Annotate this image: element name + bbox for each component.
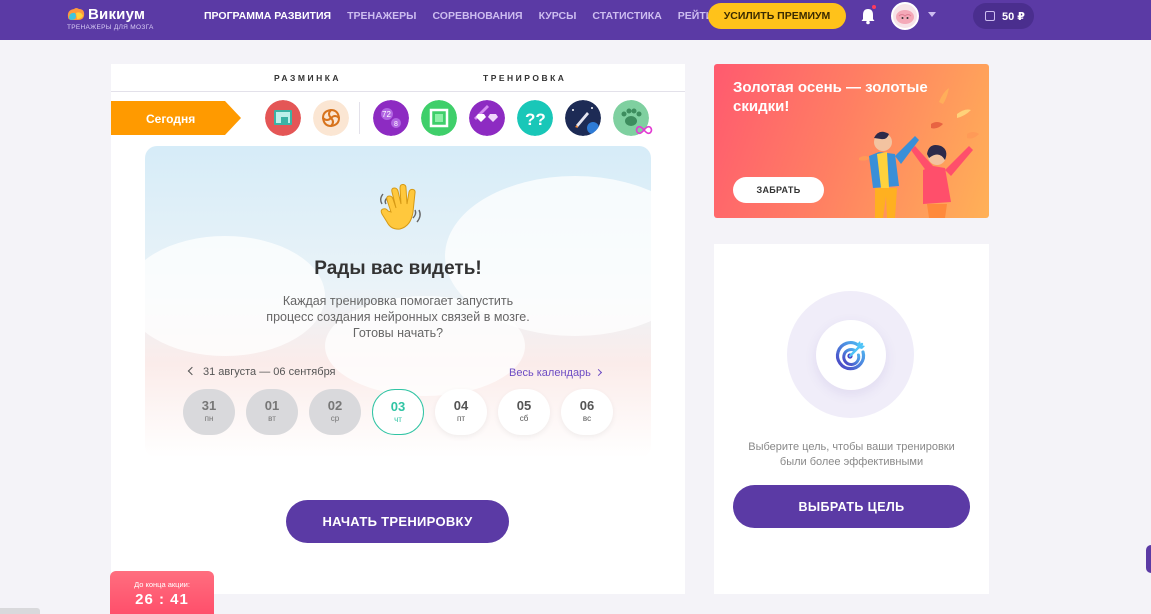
nav-courses[interactable]: КУРСЫ: [539, 10, 577, 24]
date-range-label: 31 августа — 06 сентября: [203, 366, 336, 378]
divider: [111, 91, 685, 92]
spiral-game-icon[interactable]: [313, 100, 349, 136]
support-chat-button[interactable]: [1146, 545, 1151, 573]
waving-hand-icon: [380, 183, 421, 230]
diamonds-game-icon[interactable]: [469, 100, 505, 136]
day-06[interactable]: 06 вс: [561, 389, 613, 435]
svg-text:8: 8: [394, 121, 398, 128]
date-range-selector[interactable]: 31 августа — 06 сентября: [187, 366, 336, 378]
day-03-today[interactable]: 03 чт: [372, 389, 424, 435]
chevron-down-icon[interactable]: [928, 12, 936, 17]
day-number: 31: [201, 398, 217, 413]
brain-logo-icon: [67, 8, 85, 20]
day-number: 02: [327, 398, 343, 413]
chevron-left-icon[interactable]: [187, 366, 197, 376]
bottom-tab: [0, 608, 40, 614]
day-number: 03: [390, 399, 406, 414]
warmup-label: РАЗМИНКА: [274, 73, 342, 83]
day-weekday: пт: [457, 414, 465, 423]
day-01[interactable]: 01 вт: [246, 389, 298, 435]
day-number: 04: [453, 398, 469, 413]
day-weekday: пн: [204, 414, 214, 423]
welcome-text: Каждая тренировка помогает запустить про…: [266, 294, 530, 340]
balance-value: 50 ₽: [1002, 11, 1025, 23]
chevron-right-icon: [594, 368, 602, 377]
rocket-game-icon[interactable]: [565, 100, 601, 136]
notification-dot: [871, 4, 877, 10]
start-training-button[interactable]: НАЧАТЬ ТРЕНИРОВКУ: [286, 500, 509, 543]
day-number: 05: [516, 398, 532, 413]
today-label: Сегодня: [146, 112, 196, 126]
top-bar: Викиум ТРЕНАЖЕРЫ ДЛЯ МОЗГА ПРОГРАММА РАЗ…: [0, 0, 1151, 40]
today-tag: Сегодня: [111, 101, 241, 135]
day-number: 06: [579, 398, 595, 413]
day-31[interactable]: 31 пн: [183, 389, 235, 435]
day-number: 01: [264, 398, 280, 413]
games-separator: [359, 102, 360, 134]
day-04[interactable]: 04 пт: [435, 389, 487, 435]
autumn-sale-banner[interactable]: Золотая осень — золотые скидки! ЗАБРАТЬ: [714, 64, 989, 218]
nav-trainers[interactable]: ТРЕНАЖЕРЫ: [347, 10, 416, 24]
day-weekday: вс: [582, 414, 592, 423]
nav-program[interactable]: ПРОГРАММА РАЗВИТИЯ: [204, 10, 331, 24]
nav-competitions[interactable]: СОРЕВНОВАНИЯ: [432, 10, 522, 24]
welcome-panel: Рады вас видеть! Каждая тренировка помог…: [145, 146, 651, 458]
training-card: РАЗМИНКА ТРЕНИРОВКА Сегодня 72 8 ?? Рады…: [111, 64, 685, 594]
square-frame-game-icon[interactable]: [421, 100, 457, 136]
picture-game-icon[interactable]: [265, 100, 301, 136]
wallet-icon: [985, 11, 995, 21]
day-05[interactable]: 05 сб: [498, 389, 550, 435]
promo-timer-label: До конца акции:: [134, 580, 190, 589]
question-marks-game-icon[interactable]: ??: [517, 100, 553, 136]
target-icon: [835, 341, 866, 371]
day-weekday: сб: [519, 414, 529, 423]
day-weekday: чт: [394, 415, 402, 424]
full-calendar-label: Весь календарь: [509, 367, 591, 379]
avatar[interactable]: [891, 2, 919, 30]
infinity-icon: [635, 125, 653, 135]
svg-text:72: 72: [382, 110, 391, 119]
day-02[interactable]: 02 ср: [309, 389, 361, 435]
celebrating-people-illustration: [859, 88, 979, 218]
numbers-game-icon[interactable]: 72 8: [373, 100, 409, 136]
brain-avatar-icon: [896, 10, 914, 24]
day-weekday: вт: [268, 414, 276, 423]
promo-timer-value: 26 : 41: [135, 591, 189, 608]
training-label: ТРЕНИРОВКА: [483, 73, 567, 83]
welcome-title: Рады вас видеть!: [314, 258, 482, 279]
balance-button[interactable]: 50 ₽: [973, 3, 1034, 29]
logo-name: Викиум: [88, 6, 146, 23]
svg-text:??: ??: [525, 110, 546, 129]
premium-button[interactable]: УСИЛИТЬ ПРЕМИУМ: [708, 3, 846, 29]
goal-description: Выберите цель, чтобы ваши тренировки был…: [748, 441, 955, 468]
day-weekday: ср: [330, 414, 340, 423]
main-nav: ПРОГРАММА РАЗВИТИЯ ТРЕНАЖЕРЫ СОРЕВНОВАНИ…: [204, 10, 727, 24]
nav-statistics[interactable]: СТАТИСТИКА: [592, 10, 661, 24]
claim-button[interactable]: ЗАБРАТЬ: [733, 177, 824, 203]
promo-timer[interactable]: До конца акции: 26 : 41: [110, 571, 214, 614]
full-calendar-link[interactable]: Весь календарь: [509, 367, 602, 379]
logo-tagline: ТРЕНАЖЕРЫ ДЛЯ МОЗГА: [67, 24, 154, 31]
choose-goal-button[interactable]: ВЫБРАТЬ ЦЕЛЬ: [733, 485, 970, 528]
logo[interactable]: Викиум ТРЕНАЖЕРЫ ДЛЯ МОЗГА: [66, 4, 156, 36]
goal-card: Выберите цель, чтобы ваши тренировки был…: [714, 244, 989, 594]
